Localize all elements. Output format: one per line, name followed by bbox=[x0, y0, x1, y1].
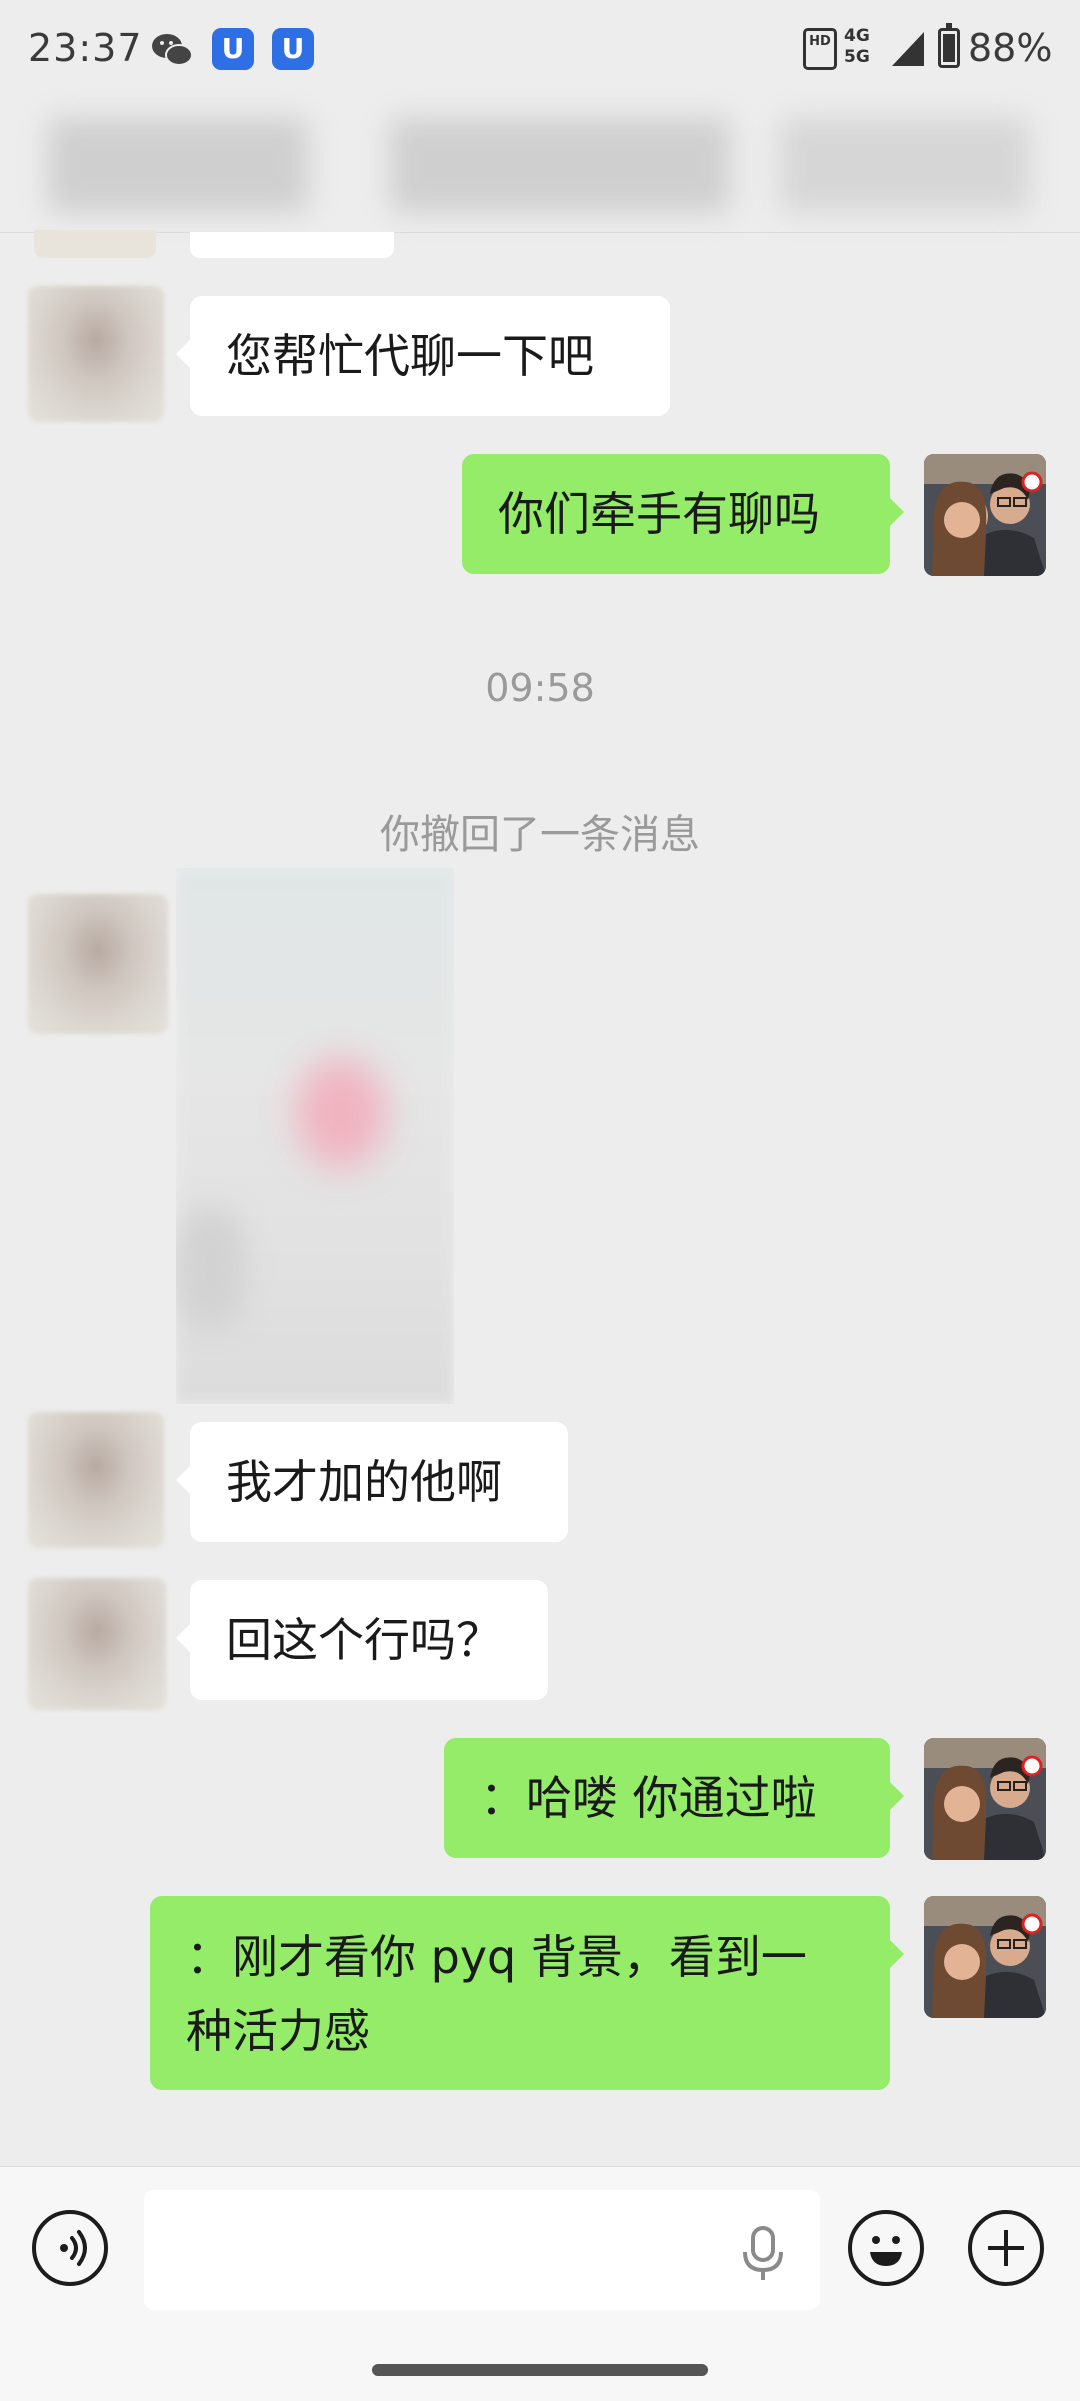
voice-toggle-button[interactable] bbox=[32, 2210, 108, 2286]
app-badge-icon: U bbox=[272, 28, 314, 70]
app-badge-icon: U bbox=[212, 28, 254, 70]
signal-icon bbox=[892, 32, 924, 66]
hd-icon: HD bbox=[803, 28, 837, 70]
emoji-button[interactable] bbox=[848, 2210, 924, 2286]
message-bubble-outgoing[interactable]: ：刚才看你 pyq 背景，看到一 种活力感 bbox=[150, 1896, 904, 2090]
message-text-line2: 种活力感 bbox=[186, 2004, 370, 2058]
mic-icon[interactable] bbox=[736, 2224, 790, 2284]
my-avatar[interactable] bbox=[924, 1738, 1046, 1860]
message-text: 你们牵手有聊吗 bbox=[498, 487, 820, 541]
contact-avatar[interactable] bbox=[28, 1578, 166, 1710]
my-avatar[interactable] bbox=[924, 454, 1046, 576]
message-text: ：哈喽 你通过啦 bbox=[480, 1771, 817, 1825]
partial-bubble bbox=[190, 232, 394, 258]
avatar-photo-icon bbox=[924, 1738, 1046, 1860]
message-bubble-outgoing[interactable]: 你们牵手有聊吗 bbox=[462, 454, 904, 574]
image-message[interactable] bbox=[176, 868, 454, 1404]
message-bubble-incoming[interactable]: 您帮忙代聊一下吧 bbox=[176, 296, 670, 416]
my-avatar[interactable] bbox=[924, 1896, 1046, 2018]
timestamp: 09:58 bbox=[485, 666, 595, 710]
more-button-blurred[interactable] bbox=[780, 118, 1030, 212]
partial-avatar bbox=[34, 230, 156, 258]
message-bubble-incoming[interactable]: 我才加的他啊 bbox=[176, 1422, 568, 1542]
network-type: 4G 5G bbox=[844, 26, 870, 67]
message-text: 回这个行吗？ bbox=[226, 1613, 502, 1667]
avatar-photo-icon bbox=[924, 454, 1046, 576]
contact-avatar[interactable] bbox=[28, 894, 168, 1034]
battery-icon bbox=[938, 23, 960, 68]
chat-title-blurred bbox=[390, 118, 730, 212]
message-bubble-incoming[interactable]: 回这个行吗？ bbox=[176, 1580, 548, 1700]
battery-percent: 88% bbox=[968, 26, 1053, 70]
voice-icon bbox=[60, 2230, 87, 2266]
plus-icon bbox=[988, 2230, 1024, 2266]
avatar-photo-icon bbox=[924, 1896, 1046, 2018]
system-message: 你撤回了一条消息 bbox=[380, 812, 700, 858]
message-text: 我才加的他啊 bbox=[226, 1455, 502, 1509]
contact-avatar[interactable] bbox=[28, 286, 164, 422]
more-actions-button[interactable] bbox=[968, 2210, 1044, 2286]
back-button-blurred[interactable] bbox=[48, 118, 308, 212]
chat-header bbox=[0, 104, 1080, 233]
emoji-icon bbox=[870, 2236, 902, 2266]
message-text: 您帮忙代聊一下吧 bbox=[226, 329, 594, 383]
status-time: 23:37 bbox=[28, 26, 143, 70]
message-input[interactable] bbox=[144, 2190, 820, 2310]
wechat-icon bbox=[152, 34, 193, 66]
status-bar: 23:37 U U HD 4G 5G 88% bbox=[0, 0, 1080, 104]
message-bubble-outgoing[interactable]: ：哈喽 你通过啦 bbox=[444, 1738, 904, 1858]
home-indicator[interactable] bbox=[372, 2364, 708, 2376]
contact-avatar[interactable] bbox=[28, 1412, 164, 1548]
message-text-line1: ：刚才看你 pyq 背景，看到一 bbox=[186, 1930, 807, 1984]
